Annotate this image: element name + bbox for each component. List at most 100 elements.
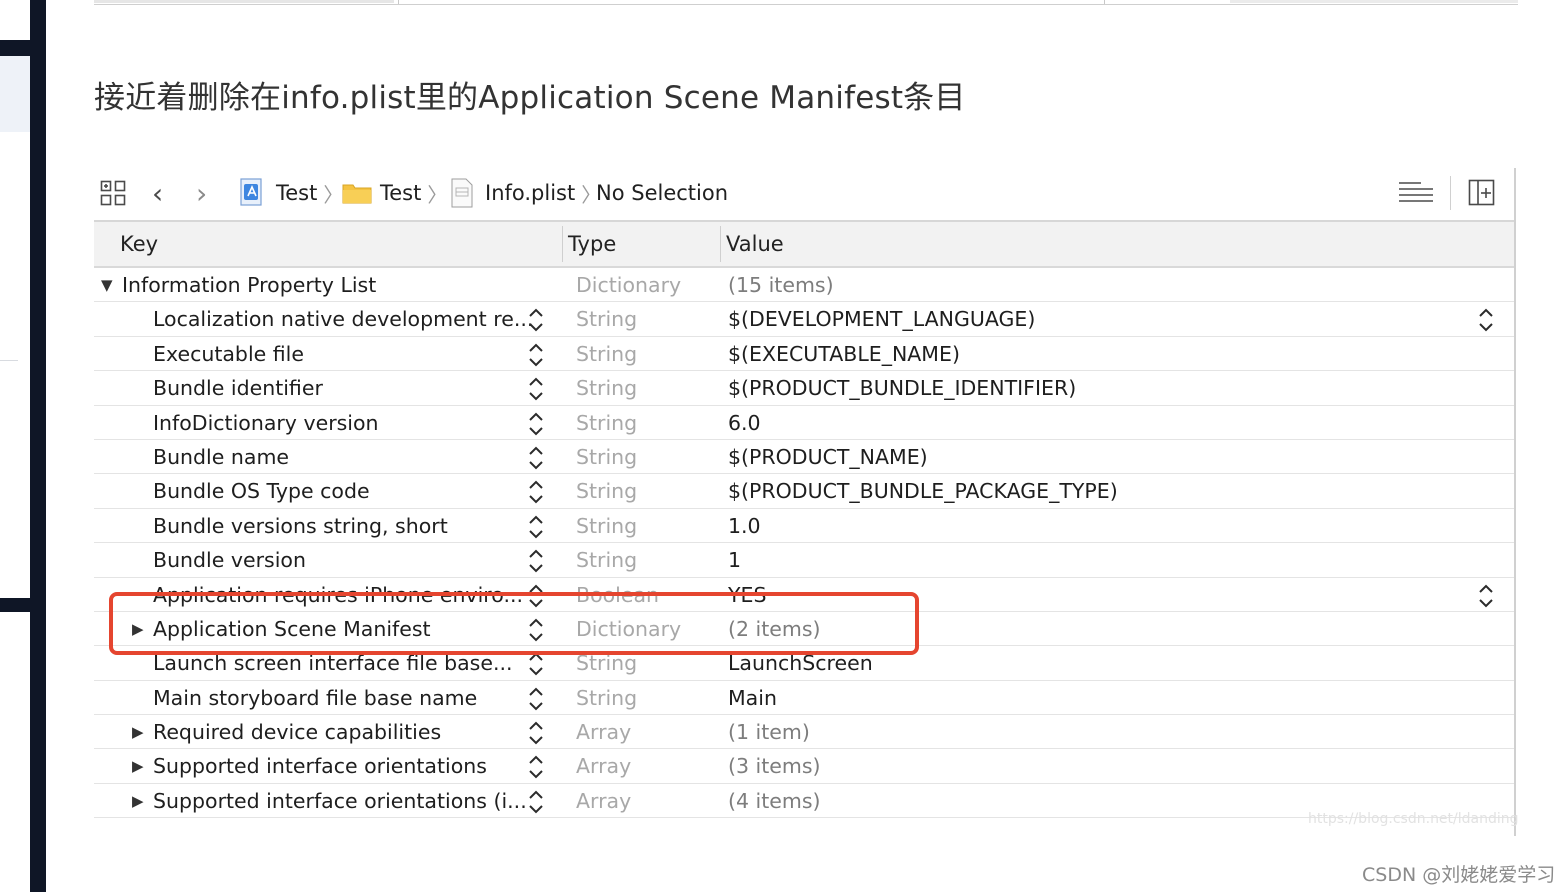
- column-header-value[interactable]: Value: [726, 222, 784, 266]
- breadcrumb-folder[interactable]: Test 〉: [342, 166, 447, 220]
- plist-row[interactable]: Executable file String $(EXECUTABLE_NAME): [94, 337, 1516, 372]
- plist-row[interactable]: Localization native development re... Str…: [94, 302, 1516, 337]
- row-key: Main storyboard file base name: [153, 685, 478, 710]
- row-value[interactable]: $(PRODUCT_NAME): [728, 440, 928, 474]
- plist-row[interactable]: Bundle name String $(PRODUCT_NAME): [94, 440, 1516, 475]
- plist-row[interactable]: Bundle identifier String $(PRODUCT_BUNDLE_…: [94, 371, 1516, 406]
- row-key: InfoDictionary version: [153, 410, 379, 435]
- row-value[interactable]: 1: [728, 543, 741, 577]
- forward-arrow-icon[interactable]: ›: [196, 166, 207, 220]
- row-value[interactable]: $(PRODUCT_BUNDLE_PACKAGE_TYPE): [728, 474, 1118, 508]
- key-stepper-icon[interactable]: [528, 788, 544, 816]
- plist-row[interactable]: Application requires iPhone enviro... Boo…: [94, 578, 1516, 612]
- plist-row[interactable]: Bundle OS Type code String $(PRODUCT_BUNDL…: [94, 474, 1516, 509]
- row-value[interactable]: 6.0: [728, 406, 761, 440]
- row-type: String: [576, 513, 638, 538]
- key-stepper-icon[interactable]: [528, 341, 544, 369]
- disclosure-right-icon[interactable]: ▶: [132, 784, 144, 818]
- plist-row[interactable]: ▶ Required device capabilities Array (1 ite…: [94, 715, 1516, 750]
- left-page-panel: [0, 0, 30, 892]
- plist-rows: ▼ Information Property List Dictionary (15 …: [94, 268, 1516, 819]
- breadcrumb-label: Test: [276, 181, 318, 205]
- key-stepper-icon[interactable]: [528, 753, 544, 781]
- project-icon: [240, 178, 262, 206]
- plist-row[interactable]: ▶ Application Scene Manifest Dictionary (2 …: [94, 612, 1516, 647]
- plist-file-icon: [451, 178, 473, 208]
- column-separator[interactable]: [562, 226, 563, 262]
- column-separator[interactable]: [720, 226, 721, 262]
- key-stepper-icon[interactable]: [528, 375, 544, 403]
- folder-icon: [342, 184, 372, 204]
- row-key: Application Scene Manifest: [153, 616, 431, 641]
- plist-row[interactable]: Main storyboard file base name String Main: [94, 681, 1516, 716]
- row-type: String: [576, 341, 638, 366]
- editor-options-icon[interactable]: [1398, 166, 1434, 220]
- plist-row[interactable]: ▶ Supported interface orientations Array (3…: [94, 749, 1516, 784]
- disclosure-right-icon[interactable]: ▶: [132, 612, 144, 646]
- column-header-key[interactable]: Key: [120, 222, 158, 266]
- key-stepper-icon[interactable]: [528, 547, 544, 575]
- row-type: String: [576, 479, 638, 504]
- row-type: String: [576, 548, 638, 573]
- key-stepper-icon[interactable]: [528, 719, 544, 747]
- row-value: (4 items): [728, 788, 821, 813]
- row-value[interactable]: $(PRODUCT_BUNDLE_IDENTIFIER): [728, 371, 1076, 405]
- row-key: Required device capabilities: [153, 720, 442, 745]
- breadcrumb-file[interactable]: Info.plist 〉: [450, 166, 601, 220]
- row-key: Bundle versions string, short: [153, 513, 448, 538]
- row-key: Bundle identifier: [153, 376, 323, 401]
- plist-row[interactable]: ▶ Supported interface orientations (i... A…: [94, 784, 1516, 819]
- row-type: String: [576, 376, 638, 401]
- key-stepper-icon[interactable]: [528, 685, 544, 713]
- key-stepper-icon[interactable]: [528, 582, 544, 610]
- breadcrumb-label: Info.plist: [485, 181, 576, 205]
- jump-bar: ‹ › Test 〉 Test 〉 Info.plist 〉 No Select…: [94, 166, 1516, 222]
- row-key: Application requires iPhone enviro...: [153, 582, 523, 607]
- row-value[interactable]: Main: [728, 681, 777, 715]
- key-stepper-icon[interactable]: [528, 478, 544, 506]
- plist-row[interactable]: InfoDictionary version String 6.0: [94, 406, 1516, 440]
- key-stepper-icon[interactable]: [528, 410, 544, 438]
- plist-row[interactable]: ▼ Information Property List Dictionary (15 …: [94, 268, 1516, 303]
- plist-row[interactable]: Launch screen interface file base... Stri…: [94, 646, 1516, 681]
- row-value[interactable]: $(EXECUTABLE_NAME): [728, 337, 960, 371]
- row-value[interactable]: $(DEVELOPMENT_LANGUAGE): [728, 302, 1035, 336]
- left-tint-block: [0, 56, 30, 132]
- row-value: (3 items): [728, 754, 821, 779]
- value-popup-stepper-icon[interactable]: [1478, 306, 1494, 334]
- left-bar-bottom: [0, 598, 30, 612]
- row-key: Executable file: [153, 341, 304, 366]
- row-value[interactable]: LaunchScreen: [728, 646, 873, 680]
- column-header-row: Key Type Value: [94, 222, 1516, 268]
- row-key: Localization native development re...: [153, 307, 534, 332]
- row-type: String: [576, 410, 638, 435]
- plist-row[interactable]: Bundle version String 1: [94, 543, 1516, 578]
- related-items-icon[interactable]: [100, 166, 126, 220]
- disclosure-down-icon[interactable]: ▼: [101, 268, 113, 302]
- disclosure-right-icon[interactable]: ▶: [132, 749, 144, 783]
- row-value[interactable]: YES: [728, 578, 767, 612]
- csdn-watermark: CSDN @刘姥姥爱学习: [1362, 864, 1556, 886]
- key-stepper-icon[interactable]: [528, 444, 544, 472]
- plist-row[interactable]: Bundle versions string, short String 1.0: [94, 509, 1516, 544]
- row-value: (1 item): [728, 720, 810, 745]
- row-type: Dictionary: [576, 273, 682, 297]
- toolbar-divider: [1450, 176, 1451, 210]
- key-stepper-icon[interactable]: [528, 650, 544, 678]
- add-editor-icon[interactable]: [1468, 166, 1496, 220]
- breadcrumb-selection[interactable]: No Selection: [596, 166, 728, 220]
- column-header-type[interactable]: Type: [568, 222, 616, 266]
- key-stepper-icon[interactable]: [528, 513, 544, 541]
- back-arrow-icon[interactable]: ‹: [152, 166, 163, 220]
- row-type: Dictionary: [576, 616, 682, 641]
- value-popup-stepper-icon[interactable]: [1478, 582, 1494, 610]
- row-type: Boolean: [576, 582, 660, 607]
- key-stepper-icon[interactable]: [528, 616, 544, 644]
- row-value: (2 items): [728, 616, 821, 641]
- disclosure-right-icon[interactable]: ▶: [132, 715, 144, 749]
- breadcrumb-project[interactable]: Test 〉: [240, 166, 343, 220]
- row-value[interactable]: 1.0: [728, 509, 761, 543]
- chevron-right-icon: 〉: [323, 182, 344, 207]
- row-type: Array: [576, 720, 632, 745]
- key-stepper-icon[interactable]: [528, 306, 544, 334]
